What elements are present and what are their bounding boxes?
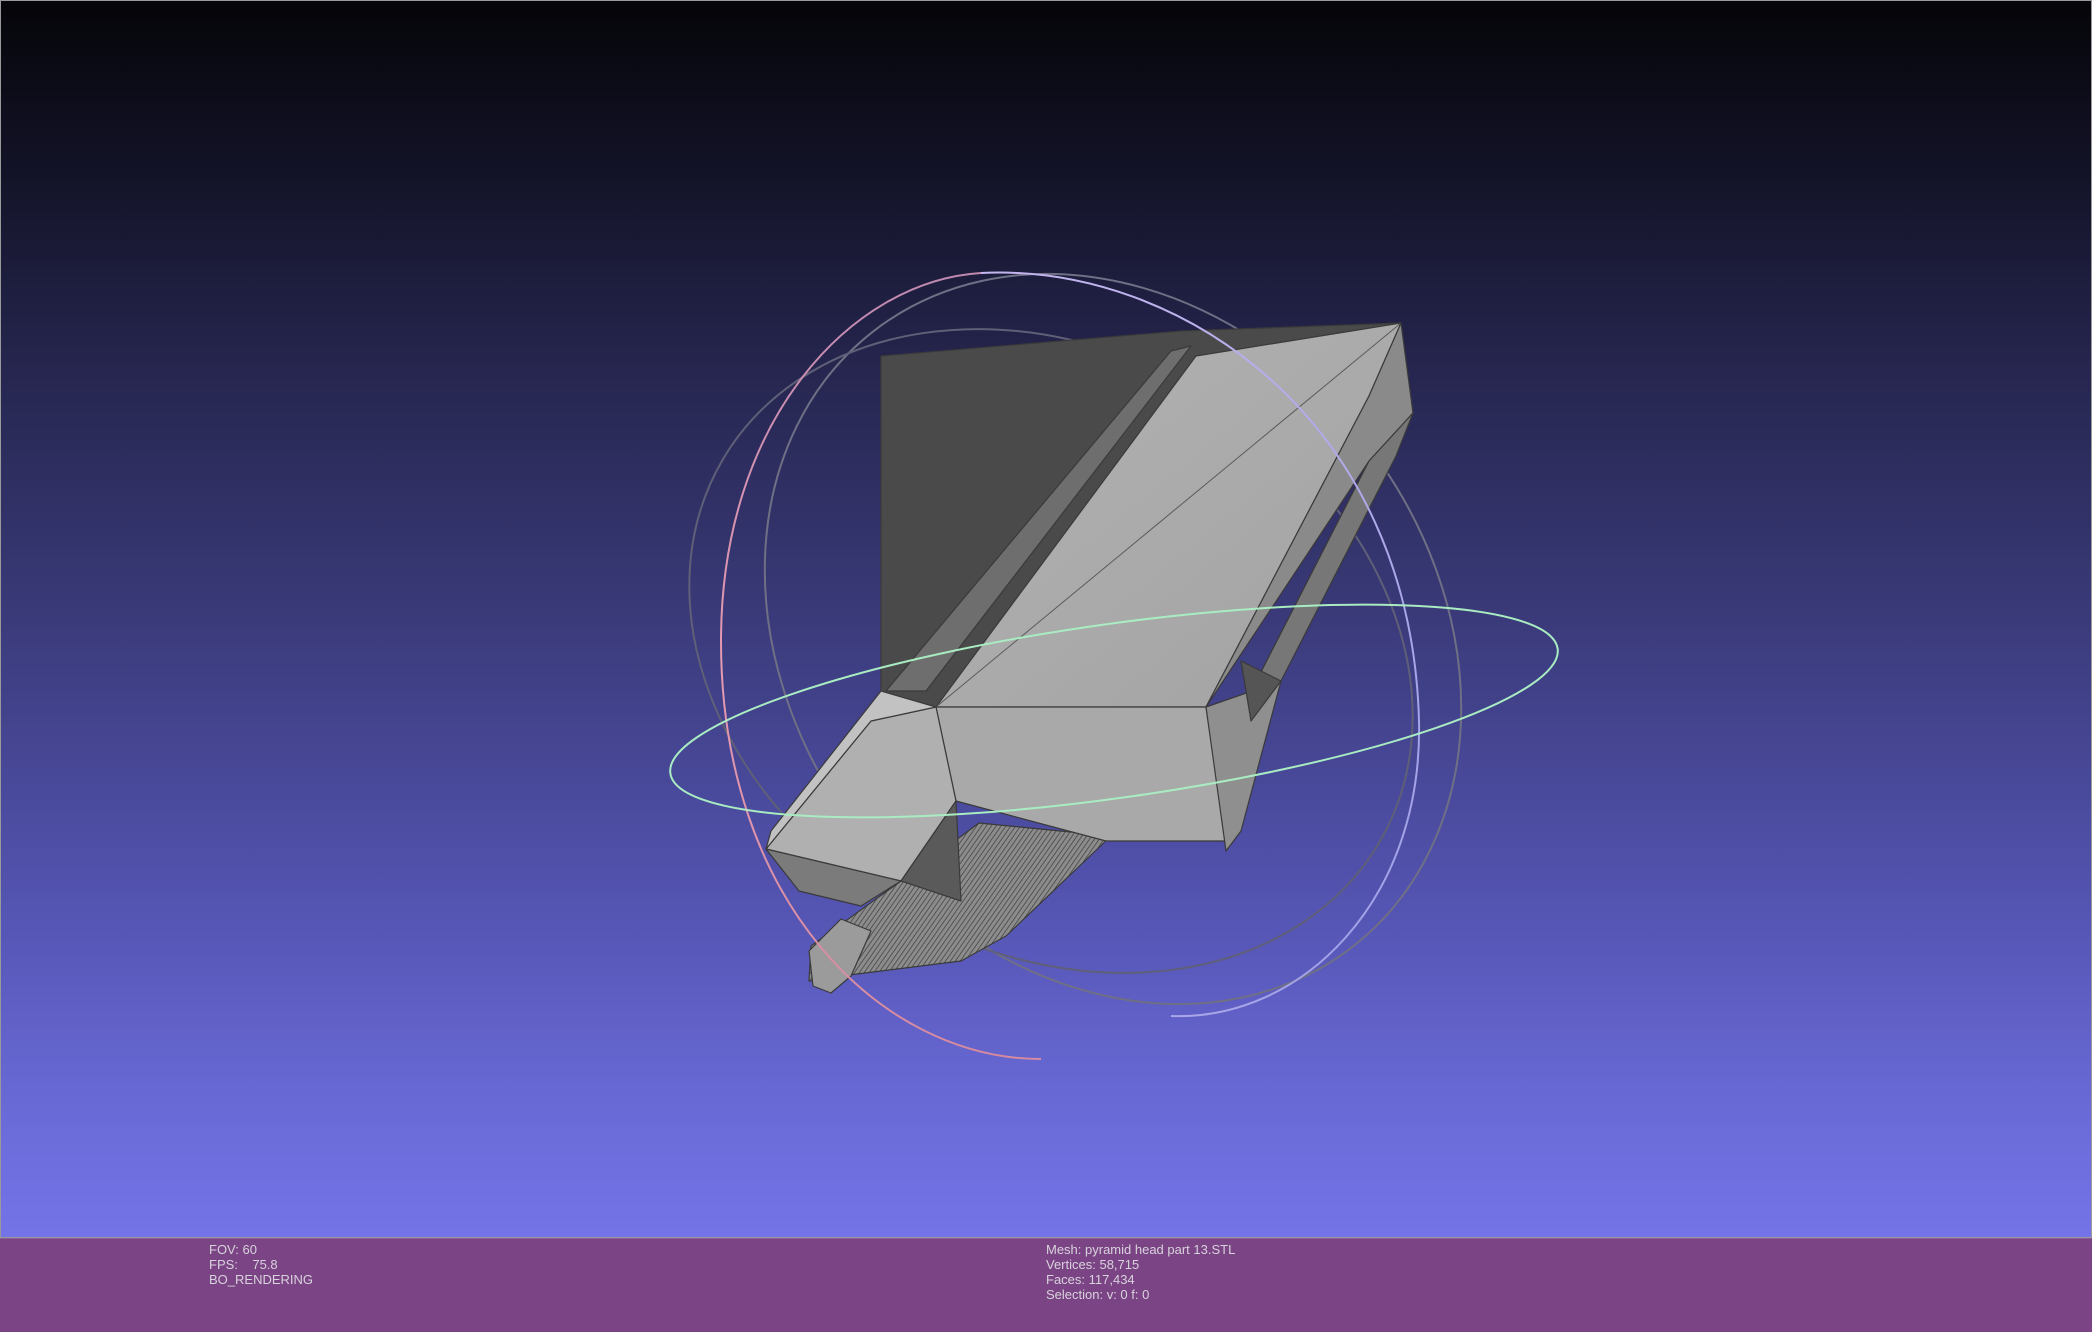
render-info: FOV: 60 FPS: 75.8 BO_RENDERING: [209, 1242, 313, 1287]
vertex-count: Vertices: 58,715: [1046, 1257, 1140, 1272]
info-bar: FOV: 60 FPS: 75.8 BO_RENDERING Mesh: pyr…: [0, 1238, 2092, 1332]
scene-canvas[interactable]: [1, 1, 2092, 1239]
mesh-front-face: [935, 706, 1227, 842]
face-count: Faces: 117,434: [1046, 1272, 1135, 1287]
fov-readout: FOV: 60: [209, 1242, 257, 1257]
selection-info: Selection: v: 0 f: 0: [1046, 1287, 1150, 1302]
fps-readout: FPS: 75.8: [209, 1257, 278, 1272]
mesh-model: [765, 322, 1414, 994]
mesh-info: Mesh: pyramid head part 13.STL Vertices:…: [1046, 1242, 1235, 1302]
render-mode: BO_RENDERING: [209, 1272, 314, 1287]
3d-viewport[interactable]: [0, 0, 2092, 1238]
mesh-name: Mesh: pyramid head part 13.STL: [1046, 1242, 1236, 1257]
